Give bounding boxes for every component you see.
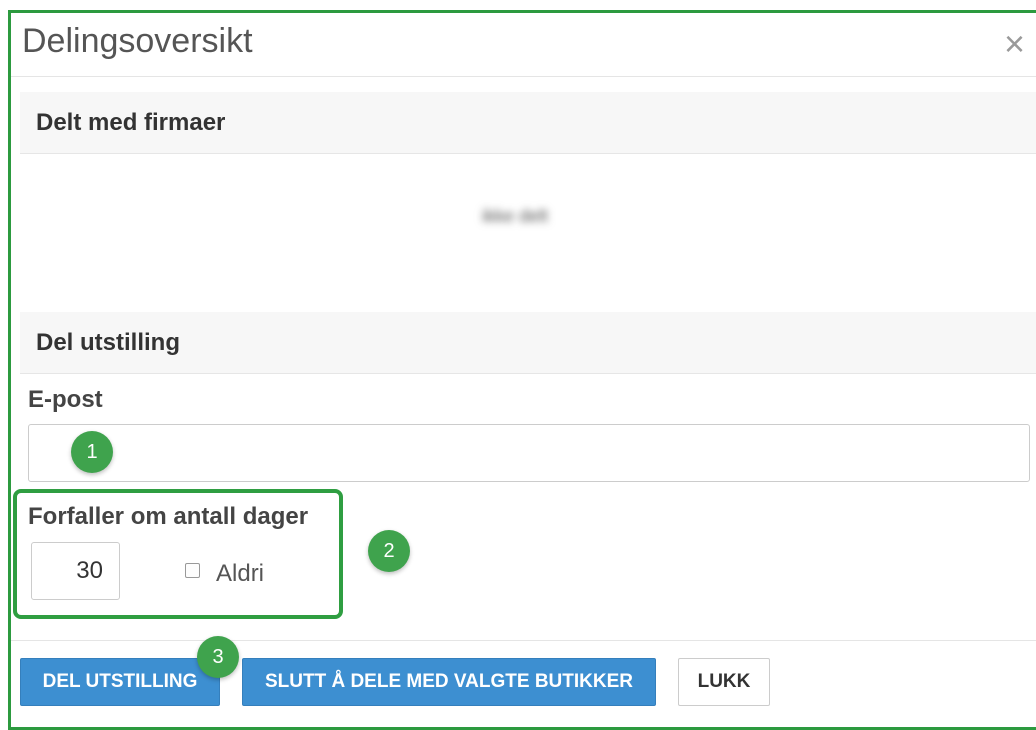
annotation-badge-2: 2 bbox=[368, 530, 410, 572]
close-icon[interactable]: × bbox=[1004, 26, 1025, 62]
stop-sharing-button[interactable]: SLUTT Å DELE MED VALGTE BUTIKKER bbox=[242, 658, 656, 706]
modal-title: Delingsoversikt bbox=[22, 22, 253, 60]
annotation-badge-3: 3 bbox=[197, 636, 239, 678]
shared-with-companies-label: Delt med firmaer bbox=[36, 108, 226, 136]
close-button[interactable]: LUKK bbox=[678, 658, 770, 706]
shared-companies-blurred-text: ikke delt bbox=[482, 206, 549, 226]
email-input[interactable] bbox=[28, 424, 1030, 482]
footer-divider bbox=[11, 640, 1036, 641]
share-exhibition-button[interactable]: DEL UTSTILLING bbox=[20, 658, 220, 706]
share-exhibition-label: Del utstilling bbox=[36, 328, 180, 356]
email-label: E-post bbox=[28, 386, 103, 413]
annotation-badge-1: 1 bbox=[71, 431, 113, 473]
share-exhibition-heading: Del utstilling bbox=[20, 312, 1036, 374]
annotation-highlight-box bbox=[13, 489, 343, 619]
header-divider bbox=[11, 76, 1036, 77]
shared-with-companies-heading: Delt med firmaer bbox=[20, 92, 1036, 154]
